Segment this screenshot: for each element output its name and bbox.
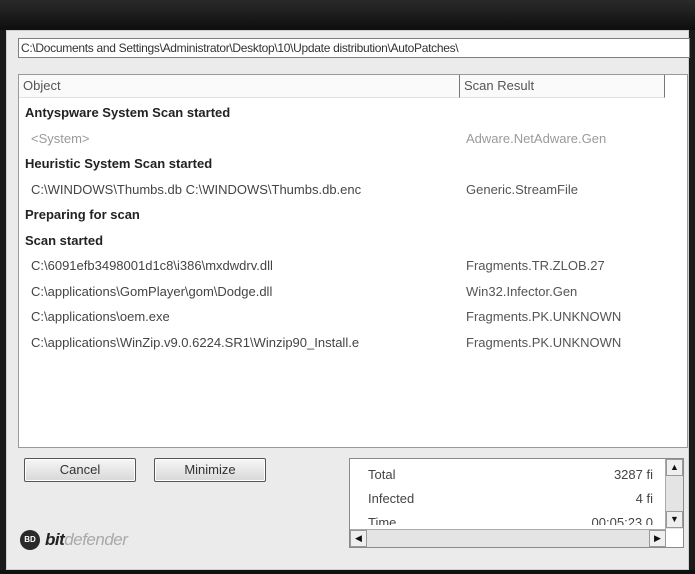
stats-horizontal-scrollbar[interactable]: ◀ ▶ — [350, 529, 666, 547]
scan-results-list[interactable]: Object Scan Result Antyspware System Sca… — [18, 74, 688, 448]
result-object: C:\6091efb3498001d1c8\i386\mxdwdrv.dll — [31, 258, 273, 273]
result-object: C:\WINDOWS\Thumbs.db C:\WINDOWS\Thumbs.d… — [31, 181, 362, 197]
scan-section-heading: Heuristic System Scan started — [19, 152, 687, 178]
result-object: Heuristic System Scan started — [25, 156, 213, 171]
stat-infected-value: 4 fi — [635, 491, 653, 506]
bitdefender-logo-mark-icon: BD — [20, 530, 40, 550]
title-bar — [0, 0, 695, 30]
stat-infected-label: Infected — [368, 491, 415, 506]
scroll-left-arrow-icon[interactable]: ◀ — [350, 530, 367, 547]
result-row[interactable]: C:\WINDOWS\Thumbs.db C:\WINDOWS\Thumbs.d… — [19, 178, 687, 204]
result-object: Antyspware System Scan started — [25, 105, 231, 120]
scan-section-heading: Antyspware System Scan started — [19, 101, 687, 127]
bottom-strip — [0, 570, 695, 574]
result-scan-result: Adware.NetAdware.Gen — [466, 130, 607, 146]
results-rows: Antyspware System Scan started <System> Ad… — [19, 101, 687, 356]
bitdefender-logo: BD bitdefender — [20, 528, 128, 552]
result-scan-result: Win32.Infector.Gen — [466, 283, 578, 299]
result-scan-result: Fragments.PK.UNKNOWN — [466, 334, 622, 350]
scan-window: C:\Documents and Settings\Administrator\… — [6, 30, 690, 570]
result-object: C:\applications\WinZip.v9.0.6224.SR1\Win… — [31, 334, 360, 350]
result-scan-result: Fragments.TR.ZLOB.27 — [466, 258, 605, 273]
bitdefender-logo-text: bitdefender — [45, 530, 128, 550]
result-object: Scan started — [25, 232, 104, 248]
column-header-object[interactable]: Object — [19, 75, 460, 98]
scan-section-heading: Scan started — [19, 229, 687, 255]
result-object: <System> — [31, 130, 90, 146]
result-row[interactable]: C:\applications\WinZip.v9.0.6224.SR1\Win… — [19, 331, 687, 357]
scroll-down-arrow-icon[interactable]: ▼ — [666, 511, 683, 528]
result-scan-result: Fragments.PK.UNKNOWN — [466, 309, 622, 324]
result-object: Preparing for scan — [25, 207, 140, 222]
scan-path-field[interactable]: C:\Documents and Settings\Administrator\… — [18, 38, 690, 58]
column-header-scan-result[interactable]: Scan Result — [460, 75, 665, 98]
result-object: C:\applications\GomPlayer\gom\Dodge.dll — [31, 283, 273, 299]
result-object: C:\applications\oem.exe — [31, 309, 170, 324]
result-row[interactable]: C:\applications\GomPlayer\gom\Dodge.dll W… — [19, 280, 687, 306]
result-row[interactable]: <System> Adware.NetAdware.Gen — [19, 127, 687, 153]
result-row[interactable]: C:\applications\oem.exe Fragments.PK.UNKN… — [19, 305, 687, 331]
stat-time-value: 00:05:23.0 — [591, 515, 653, 525]
scan-section-heading: Preparing for scan — [19, 203, 687, 229]
logo-text-light: defender — [64, 530, 128, 549]
scan-statistics-panel: Total 3287 fi Infected 4 fi Time 00:05:2… — [349, 458, 684, 548]
minimize-button[interactable]: Minimize — [154, 458, 266, 482]
logo-text-bold: bit — [45, 530, 65, 549]
stat-time-label: Time — [368, 515, 397, 525]
result-scan-result: Generic.StreamFile — [466, 181, 578, 197]
scroll-right-arrow-icon[interactable]: ▶ — [649, 530, 666, 547]
stats-vertical-scrollbar[interactable]: ▲ ▼ — [665, 459, 683, 529]
result-row[interactable]: C:\6091efb3498001d1c8\i386\mxdwdrv.dll Fr… — [19, 254, 687, 280]
scroll-up-arrow-icon[interactable]: ▲ — [666, 459, 683, 476]
stat-total-label: Total — [368, 467, 396, 482]
cancel-button[interactable]: Cancel — [24, 458, 136, 482]
stat-total-value: 3287 fi — [613, 467, 653, 482]
